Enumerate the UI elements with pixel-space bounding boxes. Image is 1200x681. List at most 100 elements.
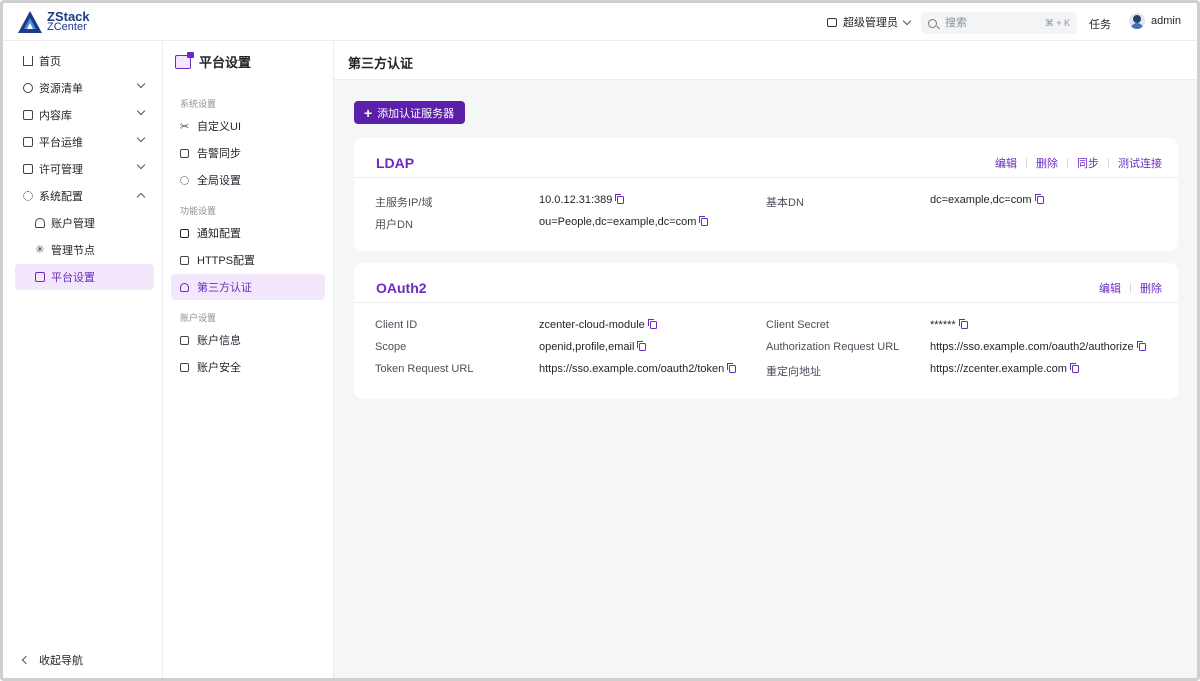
ldap-edit-button[interactable]: 编辑 (995, 155, 1017, 171)
field-value: ****** (930, 319, 956, 331)
field-value: zcenter-cloud-module (539, 319, 645, 331)
avatar (1129, 13, 1145, 29)
nav-item-license[interactable]: 许可管理 (15, 156, 154, 182)
group-label-account: 账户设置 (180, 313, 217, 323)
field-value: openid,profile,email (539, 341, 635, 353)
chevron-left-icon (21, 655, 31, 665)
ldap-delete-button[interactable]: 删除 (1036, 155, 1058, 171)
oauth2-value-client-secret: ****** (930, 319, 968, 331)
subnav-item-account-info[interactable]: 账户信息 (171, 327, 325, 353)
oauth2-field-client-id: Client ID (375, 319, 417, 331)
subnav-label: HTTPS配置 (197, 255, 256, 267)
add-button-label: 添加认证服务器 (377, 107, 455, 120)
chevron-down-icon (136, 133, 146, 143)
chevron-down-icon (136, 79, 146, 89)
collapse-label: 收起导航 (39, 655, 83, 667)
tasks-link[interactable]: 任务 (1089, 16, 1111, 32)
nav-label: 内容库 (39, 110, 72, 122)
copy-icon[interactable] (1034, 194, 1044, 204)
divider (1026, 158, 1027, 168)
oauth2-field-redirect: 重定向地址 (766, 363, 821, 379)
settings-panel-icon (175, 51, 194, 69)
role-icon (827, 17, 837, 27)
copy-icon[interactable] (727, 363, 737, 373)
ldap-value-base-dn: dc=example,dc=com (930, 194, 1044, 206)
search-box[interactable]: ⌘ + K (921, 12, 1077, 34)
nav-item-accounts[interactable]: 账户管理 (15, 210, 154, 236)
subnav-item-global-settings[interactable]: 全局设置 (171, 167, 325, 193)
ldap-test-connection-button[interactable]: 测试连接 (1118, 155, 1162, 171)
ops-icon (23, 137, 33, 147)
clipboard-icon (180, 148, 189, 158)
copy-icon[interactable] (1136, 341, 1146, 351)
copy-icon[interactable] (1069, 363, 1079, 373)
oauth2-delete-button[interactable]: 删除 (1140, 280, 1162, 296)
copy-icon[interactable] (699, 216, 709, 226)
subnav-label: 账户信息 (197, 335, 241, 347)
ldap-value-host: 10.0.12.31:389 (539, 194, 625, 206)
field-value: https://sso.example.com/oauth2/authorize (930, 341, 1134, 353)
oauth2-field-auth-url: Authorization Request URL (766, 341, 899, 353)
search-icon (928, 18, 937, 28)
subnav-label: 通知配置 (197, 228, 241, 240)
nav-item-library[interactable]: 内容库 (15, 102, 154, 128)
copy-icon[interactable] (637, 341, 647, 351)
nav-item-management-nodes[interactable]: ✳ 管理节点 (15, 237, 154, 263)
field-label: 重定向地址 (766, 366, 821, 378)
nav-item-platform-settings[interactable]: 平台设置 (15, 264, 154, 290)
logo-text: ZStack ZCenter (47, 10, 90, 33)
ldap-card-header: LDAP 编辑 删除 同步 测试连接 (354, 138, 1178, 178)
oauth2-field-scope: Scope (375, 341, 406, 353)
subnav-item-https[interactable]: HTTPS配置 (171, 247, 325, 273)
nav-item-system-config[interactable]: 系统配置 (15, 183, 154, 209)
field-label: Scope (375, 341, 407, 353)
ldap-sync-button[interactable]: 同步 (1077, 155, 1099, 171)
user-icon (35, 218, 45, 228)
add-auth-server-button[interactable]: + 添加认证服务器 (354, 101, 466, 124)
settings-subnav: 平台设置 系统设置 ✂ 自定义UI 告警同步 全局设置 功能设置 通知配置 HT… (163, 41, 334, 678)
role-switcher[interactable]: 超级管理员 (827, 14, 912, 30)
subnav-title-text: 平台设置 (199, 55, 252, 70)
subnav-item-notification[interactable]: 通知配置 (171, 220, 325, 246)
app-window: ZStack ZCenter 超级管理员 ⌘ + K 任务 admin 首页 (0, 0, 1200, 681)
copy-icon[interactable] (647, 319, 657, 329)
subnav-item-custom-ui[interactable]: ✂ 自定义UI (171, 113, 325, 139)
oauth2-title: OAuth2 (376, 280, 427, 296)
globe-icon (23, 83, 33, 93)
search-input[interactable] (945, 17, 1035, 29)
subnav-item-account-security[interactable]: 账户安全 (171, 354, 325, 380)
field-label: 用户DN (375, 219, 413, 231)
zstack-logo-icon (18, 11, 42, 33)
ldap-field-base-dn: 基本DN (766, 194, 804, 210)
user-icon (180, 282, 189, 292)
group-label-features: 功能设置 (180, 206, 217, 216)
nav-item-resources[interactable]: 资源清单 (15, 75, 154, 101)
ldap-actions: 编辑 删除 同步 测试连接 (995, 155, 1162, 171)
field-label: Token Request URL (375, 363, 474, 375)
mail-icon (35, 272, 45, 282)
field-value: https://zcenter.example.com (930, 363, 1067, 375)
user-name: admin (1151, 15, 1181, 27)
subnav-item-third-party-auth[interactable]: 第三方认证 (171, 274, 325, 300)
user-menu[interactable]: admin (1129, 13, 1181, 29)
nav-item-home[interactable]: 首页 (15, 48, 154, 74)
main-content: 第三方认证 + 添加认证服务器 LDAP 编辑 删除 同步 测试连接 主服务IP… (334, 41, 1197, 678)
subnav-title: 平台设置 (175, 51, 252, 71)
page-header: 第三方认证 (334, 41, 1197, 80)
logo[interactable]: ZStack ZCenter (17, 8, 90, 36)
oauth2-value-scope: openid,profile,email (539, 341, 647, 353)
divider (1130, 283, 1131, 293)
role-label: 超级管理员 (843, 17, 898, 29)
main-sidebar: 首页 资源清单 内容库 平台运维 许可管理 系统配置 账户管理 ✳ 管理节点 平… (3, 41, 163, 678)
subnav-item-alarm-sync[interactable]: 告警同步 (171, 140, 325, 166)
ldap-field-user-dn: 用户DN (375, 216, 413, 232)
collapse-nav-button[interactable]: 收起导航 (21, 652, 83, 668)
copy-icon[interactable] (958, 319, 968, 329)
gear-icon (23, 191, 33, 201)
oauth2-card-header: OAuth2 编辑 删除 (354, 263, 1178, 303)
nav-item-ops[interactable]: 平台运维 (15, 129, 154, 155)
oauth2-edit-button[interactable]: 编辑 (1099, 280, 1121, 296)
nav-label: 管理节点 (51, 245, 95, 257)
copy-icon[interactable] (615, 194, 625, 204)
library-icon (23, 110, 33, 120)
